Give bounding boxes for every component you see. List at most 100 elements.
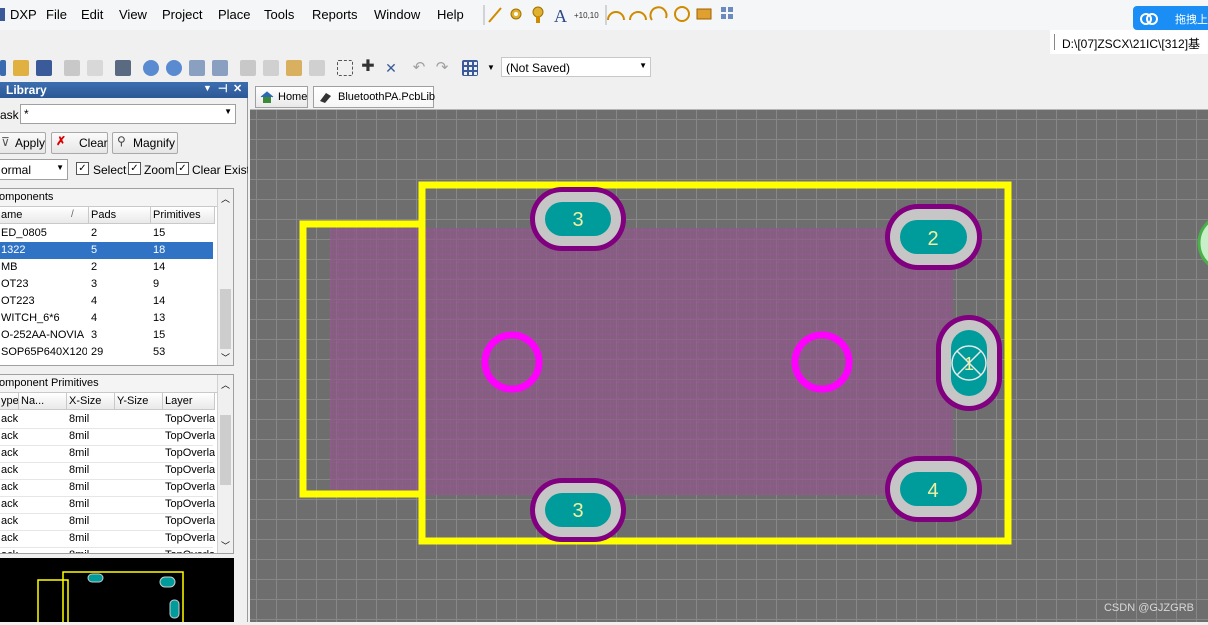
table-row[interactable]: ack 8mil TopOverla	[0, 428, 215, 446]
rubber-stamp-icon[interactable]	[309, 60, 325, 76]
scroll-up-icon[interactable]: ︿	[221, 192, 230, 205]
clear-button[interactable]: ✗ Clear	[51, 132, 108, 154]
scroll-up-icon[interactable]: ︿	[221, 378, 230, 391]
move-icon[interactable]: ✚	[360, 59, 376, 76]
magnify-button[interactable]: ⚲ Magnify	[112, 132, 178, 154]
column-header-layer[interactable]: Layer	[163, 393, 215, 410]
cut-icon[interactable]	[240, 60, 256, 76]
line-tool-icon[interactable]	[488, 7, 502, 23]
copy-icon[interactable]	[263, 60, 279, 76]
paste-icon[interactable]	[286, 60, 302, 76]
menu-help[interactable]: Help	[437, 7, 464, 22]
pcb-canvas[interactable]: 3 2 1 4 3 CSDN @GJZGRB	[250, 110, 1208, 622]
table-row[interactable]: O-252AA-NOVIA 3 15	[0, 327, 213, 344]
column-header-type[interactable]: ype	[0, 393, 19, 410]
zoom-fit-icon[interactable]	[143, 60, 159, 76]
print-preview-icon[interactable]	[87, 60, 103, 76]
components-scrollbar[interactable]: ︿ ﹀	[217, 189, 233, 365]
column-header-primitives[interactable]: Primitives	[151, 207, 215, 224]
table-row[interactable]: SOP65P640X120_ 29 53	[0, 344, 213, 361]
column-header-pads[interactable]: Pads	[89, 207, 151, 224]
coordinate-tool-icon[interactable]: +10,10	[574, 11, 599, 20]
panel-menu-icon[interactable]: ▼	[203, 83, 212, 93]
print-icon[interactable]	[64, 60, 80, 76]
table-row[interactable]: ack 8mil TopOverla	[0, 530, 215, 548]
arc-any-icon[interactable]	[649, 6, 668, 21]
table-row[interactable]: ack 8mil TopOverla	[0, 445, 215, 463]
panel-close-icon[interactable]: ✕	[233, 82, 242, 95]
pad-3-top[interactable]: 3	[530, 187, 626, 251]
pad-4[interactable]: 4	[885, 456, 982, 522]
menu-view[interactable]: View	[119, 7, 147, 22]
zoom-filtered-icon[interactable]	[212, 60, 228, 76]
scrollbar-thumb[interactable]	[220, 415, 231, 485]
tab-home[interactable]: Home	[255, 86, 308, 108]
scrollbar-thumb[interactable]	[220, 289, 231, 349]
arc-edge-icon[interactable]	[629, 11, 647, 21]
array-paste-icon[interactable]	[721, 7, 733, 19]
column-header-ysize[interactable]: Y-Size	[115, 393, 163, 410]
table-row[interactable]: MB 2 14	[0, 259, 213, 276]
save-icon[interactable]	[36, 60, 52, 76]
new-icon[interactable]	[0, 60, 6, 76]
table-row[interactable]: ack 8mil TopOverla	[0, 479, 215, 497]
apply-button[interactable]: ⊽ Apply	[0, 132, 46, 154]
menu-place[interactable]: Place	[218, 7, 251, 22]
cloud-button[interactable]: 拖拽上	[1133, 6, 1208, 30]
redo-icon[interactable]: ↷	[434, 60, 450, 76]
document-state-select[interactable]: (Not Saved) ▼	[501, 57, 651, 77]
table-row[interactable]: WITCH_6*6 4 13	[0, 310, 213, 327]
table-cell: TopOverla	[165, 464, 215, 476]
mini-viewer[interactable]	[0, 558, 234, 625]
zoom-checkbox[interactable]: ✓	[128, 162, 141, 175]
filter-mode-select[interactable]: ormal ▼	[0, 159, 68, 180]
menu-tools[interactable]: Tools	[264, 7, 294, 22]
table-row[interactable]: ED_0805 2 15	[0, 225, 213, 242]
table-row[interactable]: ack 8mil TopOverla	[0, 547, 215, 553]
string-tool-icon[interactable]: A	[554, 6, 567, 26]
undo-icon[interactable]: ↶	[411, 60, 427, 76]
circle-tool-icon[interactable]	[674, 6, 690, 22]
table-row[interactable]: ack 8mil TopOverla	[0, 513, 215, 531]
table-cell: 2	[91, 227, 98, 239]
pad-tool-icon[interactable]	[532, 6, 544, 23]
scroll-down-icon[interactable]: ﹀	[221, 539, 230, 552]
tab-pcblib[interactable]: BluetoothPA.PcbLib	[313, 86, 435, 108]
zoom-area-icon[interactable]	[166, 60, 182, 76]
table-row[interactable]: OT23 3 9	[0, 276, 213, 293]
menu-window[interactable]: Window	[374, 7, 420, 22]
fill-tool-icon[interactable]	[696, 8, 712, 20]
column-header-name[interactable]: Na...	[19, 393, 67, 410]
grid-icon[interactable]	[462, 60, 478, 76]
zoom-selected-icon[interactable]	[189, 60, 205, 76]
floating-widget[interactable]	[1197, 215, 1208, 271]
table-row[interactable]: OT223 4 14	[0, 293, 213, 310]
column-header-name[interactable]: ame	[0, 207, 89, 224]
pad-1[interactable]: 1	[936, 315, 1002, 411]
open-icon[interactable]	[13, 60, 29, 76]
pad-3-bottom[interactable]: 3	[530, 478, 626, 542]
scroll-down-icon[interactable]: ﹀	[221, 351, 230, 364]
open-device-icon[interactable]	[115, 60, 131, 76]
menu-file[interactable]: File	[46, 7, 67, 22]
table-row[interactable]: ack 8mil TopOverla	[0, 411, 215, 429]
select-area-icon[interactable]	[337, 60, 353, 76]
primitives-scrollbar[interactable]: ︿ ﹀	[217, 375, 233, 553]
menu-edit[interactable]: Edit	[81, 7, 103, 22]
mask-input[interactable]: * ▼	[20, 104, 236, 124]
via-tool-icon[interactable]	[510, 8, 522, 20]
panel-pin-icon[interactable]: ⊣	[218, 82, 228, 95]
menu-dxp[interactable]: DXP	[10, 7, 37, 22]
table-row[interactable]: 1322 5 18	[0, 242, 213, 259]
grid-dropdown-icon[interactable]: ▼	[483, 60, 499, 76]
clear-existing-checkbox[interactable]: ✓	[176, 162, 189, 175]
deselect-icon[interactable]: ✕	[383, 60, 399, 76]
arc-center-icon[interactable]	[607, 11, 625, 21]
pad-2[interactable]: 2	[885, 204, 982, 270]
select-checkbox[interactable]: ✓	[76, 162, 89, 175]
table-row[interactable]: ack 8mil TopOverla	[0, 462, 215, 480]
menu-reports[interactable]: Reports	[312, 7, 358, 22]
column-header-xsize[interactable]: X-Size	[67, 393, 115, 410]
menu-project[interactable]: Project	[162, 7, 202, 22]
table-row[interactable]: ack 8mil TopOverla	[0, 496, 215, 514]
